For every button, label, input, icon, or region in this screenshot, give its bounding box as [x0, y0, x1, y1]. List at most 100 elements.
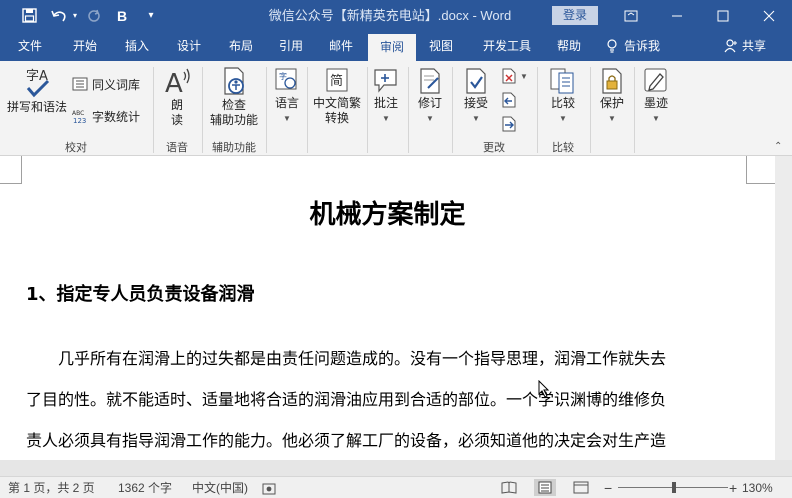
comment-label: 批注 — [373, 96, 398, 110]
print-layout-icon[interactable] — [534, 479, 556, 496]
reject-change-button[interactable]: ▼ — [502, 67, 528, 85]
language-button[interactable]: 字 语言 ▼ — [270, 66, 304, 126]
tab-insert[interactable]: 插入 — [114, 31, 160, 61]
tab-review[interactable]: 审阅 — [368, 34, 416, 61]
mouse-cursor-icon — [538, 379, 550, 403]
compare-icon — [550, 68, 574, 94]
group-divider — [202, 67, 203, 153]
chevron-down-icon: ▼ — [520, 71, 528, 81]
status-bar: 第 1 页，共 2 页 1362 个字 中文(中国) − + 130% — [0, 476, 792, 498]
word-count-button[interactable]: ABC 123 字数统计 — [72, 107, 140, 125]
chevron-down-icon: ▼ — [382, 114, 390, 123]
chevron-down-icon: ▼ — [559, 114, 567, 123]
chevron-down-icon: ▼ — [426, 114, 434, 123]
language-icon: 字 — [275, 68, 297, 90]
chevron-down-icon: ▼ — [652, 114, 660, 123]
bold-quick-button[interactable]: B — [110, 0, 134, 31]
ink-button[interactable]: 墨迹 ▼ — [638, 66, 674, 126]
zoom-in-button[interactable]: + — [729, 477, 737, 498]
chevron-down-icon: ▼ — [283, 114, 291, 123]
protect-icon — [602, 68, 622, 94]
person-icon — [724, 39, 737, 53]
zoom-out-button[interactable]: − — [604, 477, 612, 498]
group-divider — [634, 67, 635, 153]
minimize-icon[interactable] — [654, 0, 700, 31]
login-button[interactable]: 登录 — [552, 6, 598, 25]
tab-design[interactable]: 设计 — [166, 31, 212, 61]
chinese-conversion-button[interactable]: 简 中文简繁 转换 — [309, 66, 365, 126]
next-change-button[interactable] — [502, 115, 516, 133]
spelling-label: 拼写和语法 — [6, 100, 67, 114]
share-button[interactable]: 共享 — [724, 31, 766, 61]
word-count-icon: ABC123 — [72, 110, 86, 124]
title-bar: ▾ B ▾ 微信公众号【新精英充电站】.docx - Word 登录 — [0, 0, 792, 31]
lightbulb-icon — [607, 39, 617, 53]
zoom-level[interactable]: 130% — [742, 477, 773, 498]
word-count[interactable]: 1362 个字 — [118, 477, 172, 498]
read-aloud-icon: A — [165, 68, 190, 98]
group-divider — [452, 67, 453, 153]
word-count-label: 字数统计 — [92, 109, 141, 124]
web-layout-icon[interactable] — [570, 479, 592, 496]
tab-developer[interactable]: 开发工具 — [474, 31, 540, 61]
track-changes-icon — [420, 68, 440, 94]
tab-file[interactable]: 文件 — [6, 31, 54, 61]
track-changes-button[interactable]: 修订 ▼ — [411, 66, 449, 126]
tab-help[interactable]: 帮助 — [546, 31, 592, 61]
customize-toolbar-icon[interactable]: ▾ — [144, 0, 158, 31]
accept-label: 接受 — [463, 96, 488, 110]
svg-text:123: 123 — [73, 117, 86, 124]
macro-record-icon[interactable] — [262, 481, 276, 495]
chinese-conversion-icon: 简 — [326, 68, 348, 92]
paragraph-line: 了目的性。就不能适时、适量地将合适的润滑油应用到合适的部位。一个学识渊博的维修负 — [26, 390, 667, 409]
tell-me-search[interactable]: 告诉我 — [606, 31, 660, 61]
chevron-down-icon: ▼ — [472, 114, 480, 123]
maximize-icon[interactable] — [700, 0, 746, 31]
accessibility-check-icon — [224, 67, 244, 95]
zoom-slider-thumb[interactable] — [672, 482, 676, 493]
comment-button[interactable]: 批注 ▼ — [369, 66, 403, 126]
language-status[interactable]: 中文(中国) — [192, 477, 248, 498]
tab-home[interactable]: 开始 — [62, 31, 108, 61]
tab-view[interactable]: 视图 — [418, 31, 464, 61]
redo-icon[interactable] — [82, 0, 106, 31]
previous-change-icon — [502, 92, 516, 108]
save-icon[interactable] — [14, 0, 44, 31]
speech-group-label: 语音 — [166, 142, 188, 154]
svg-text:ABC: ABC — [72, 110, 84, 117]
book-icon — [72, 77, 88, 91]
protect-button[interactable]: 保护 ▼ — [594, 66, 630, 126]
tab-mailings[interactable]: 邮件 — [318, 31, 364, 61]
page-count[interactable]: 第 1 页，共 2 页 — [8, 477, 95, 498]
group-divider — [537, 67, 538, 153]
chinese-conversion-label-1: 中文简繁 — [312, 96, 361, 110]
proofing-group-label: 校对 — [65, 142, 87, 154]
svg-text:简: 简 — [330, 73, 343, 89]
svg-text:字A: 字A — [26, 69, 48, 84]
accept-button[interactable]: 接受 ▼ — [456, 66, 496, 126]
check-accessibility-button[interactable]: 检查 辅助功能 — [206, 66, 262, 128]
read-aloud-button[interactable]: A 朗 读 — [158, 66, 196, 128]
group-divider — [367, 67, 368, 153]
read-aloud-label-2: 读 — [170, 113, 183, 127]
thesaurus-button[interactable]: 同义词库 — [72, 75, 140, 93]
vertical-scrollbar[interactable] — [775, 156, 792, 460]
share-label: 共享 — [742, 39, 767, 53]
reject-change-icon — [502, 68, 516, 84]
ribbon-display-icon[interactable] — [608, 0, 654, 31]
collapse-ribbon-icon[interactable]: ⌃ — [774, 141, 782, 152]
undo-icon[interactable] — [46, 0, 72, 31]
spelling-grammar-button[interactable]: 字A 拼写和语法 — [4, 66, 70, 115]
comment-icon — [374, 69, 397, 93]
close-icon[interactable] — [746, 0, 792, 31]
language-label: 语言 — [274, 96, 299, 110]
group-divider — [153, 67, 154, 153]
tab-layout[interactable]: 布局 — [218, 31, 264, 61]
tab-references[interactable]: 引用 — [268, 31, 314, 61]
read-mode-icon[interactable] — [498, 479, 520, 496]
compare-button[interactable]: 比较 ▼ — [542, 66, 584, 126]
undo-dropdown-icon[interactable]: ▾ — [70, 0, 80, 31]
ink-label: 墨迹 — [643, 96, 668, 110]
previous-change-button[interactable] — [502, 91, 516, 109]
accept-change-icon — [466, 68, 486, 94]
